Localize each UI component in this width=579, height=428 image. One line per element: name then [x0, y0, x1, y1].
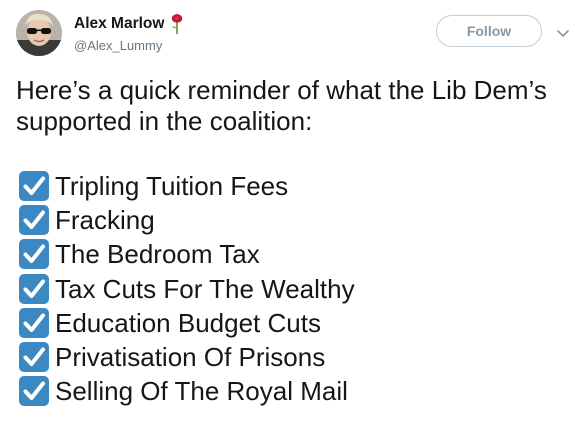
tweet-text: Here’s a quick reminder of what the Lib …	[16, 75, 547, 136]
checklist-item-label: Privatisation Of Prisons	[55, 342, 326, 373]
avatar[interactable]	[16, 10, 62, 56]
display-name[interactable]: Alex Marlow	[74, 15, 164, 33]
check-mark-button-icon	[19, 205, 49, 236]
check-mark-button-icon	[19, 273, 49, 304]
checklist-item: Tax Cuts For The Wealthy	[18, 272, 355, 306]
tweet-checklist: Tripling Tuition Fees Fracking The Bedro…	[18, 169, 355, 408]
checklist-item: The Bedroom Tax	[18, 237, 355, 271]
rose-icon	[170, 13, 184, 35]
avatar-photo	[16, 10, 62, 56]
author-block: Alex Marlow @Alex_Lummy	[74, 13, 184, 53]
checklist-item: Selling Of The Royal Mail	[18, 374, 355, 408]
check-mark-button-icon	[19, 342, 49, 373]
checklist-item-label: Tax Cuts For The Wealthy	[55, 273, 355, 304]
check-mark-button-icon	[19, 239, 49, 270]
checklist-item-label: Education Budget Cuts	[55, 307, 321, 338]
checklist-item-label: Tripling Tuition Fees	[55, 171, 289, 202]
user-handle[interactable]: @Alex_Lummy	[74, 38, 184, 53]
follow-button[interactable]: Follow	[436, 15, 542, 47]
check-mark-button-icon	[19, 376, 49, 407]
check-mark-button-icon	[19, 307, 49, 338]
checklist-item: Tripling Tuition Fees	[18, 169, 355, 203]
author-line: Alex Marlow	[74, 13, 184, 35]
checklist-item: Education Budget Cuts	[18, 306, 355, 340]
checklist-item-label: Fracking	[55, 205, 155, 236]
checklist-item-label: Selling Of The Royal Mail	[55, 376, 348, 407]
check-mark-button-icon	[19, 171, 49, 202]
checklist-item: Privatisation Of Prisons	[18, 340, 355, 374]
checklist-item-label: The Bedroom Tax	[55, 239, 260, 270]
chevron-down-icon[interactable]	[556, 26, 570, 37]
checklist-item: Fracking	[18, 203, 355, 237]
